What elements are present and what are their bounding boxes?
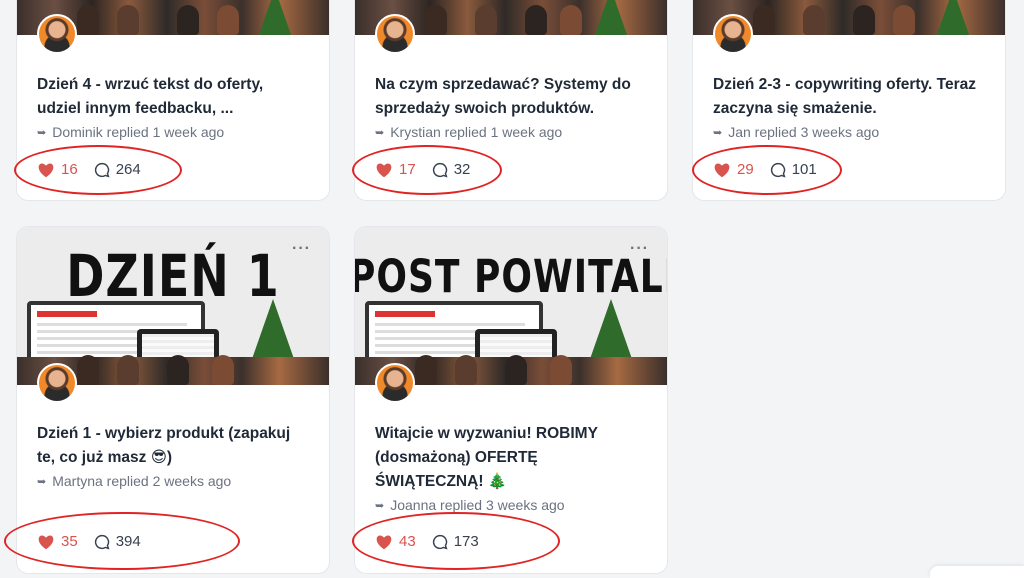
post-stats: 29 101 (713, 161, 817, 178)
comment-count-button[interactable]: 394 (94, 533, 141, 550)
partial-panel-edge (930, 566, 1024, 578)
comment-count-button[interactable]: 264 (94, 161, 141, 178)
post-card[interactable]: POST POWITALNY! ··· Witajcie w wyzwaniu!… (354, 226, 668, 574)
comment-count: 394 (115, 533, 141, 550)
reply-arrow-icon: ➥ (37, 475, 47, 488)
last-reply-info: ➥ Jan replied 3 weeks ago (713, 124, 879, 140)
more-dots-icon: ··· (630, 240, 649, 257)
post-stats: 16 264 (37, 161, 141, 178)
reply-arrow-icon: ➥ (375, 126, 385, 139)
post-title[interactable]: Witajcie w wyzwaniu! ROBIMY (dosmażoną) … (375, 422, 649, 494)
post-card[interactable]: DZIEŃ 1 ··· Dzień 1 - wybierz produkt (z… (16, 226, 330, 574)
like-count: 43 (399, 533, 416, 550)
post-card[interactable]: Dzień 2-3 - copywriting oferty. Teraz za… (692, 0, 1006, 201)
heart-icon (376, 162, 392, 177)
author-avatar[interactable] (713, 14, 753, 54)
last-reply-text: Martyna replied 2 weeks ago (52, 473, 232, 489)
last-reply-text: Krystian replied 1 week ago (390, 124, 563, 140)
cover-title: POST POWITALNY! (355, 251, 667, 304)
comment-count-button[interactable]: 173 (432, 533, 479, 550)
post-card[interactable]: Dzień 4 - wrzuć tekst do oferty, udziel … (16, 0, 330, 201)
reply-arrow-icon: ➥ (37, 126, 47, 139)
comment-count: 101 (791, 161, 817, 178)
author-avatar[interactable] (375, 14, 415, 54)
post-stats: 17 32 (375, 161, 470, 178)
reply-arrow-icon: ➥ (713, 126, 723, 139)
more-dots-icon: ··· (292, 240, 311, 257)
last-reply-info: ➥ Joanna replied 3 weeks ago (375, 497, 565, 513)
more-options-button[interactable]: ··· (630, 241, 649, 257)
post-cover-image: DZIEŃ 1 (17, 227, 329, 385)
heart-icon (38, 534, 54, 549)
post-title[interactable]: Dzień 4 - wrzuć tekst do oferty, udziel … (37, 73, 311, 121)
more-options-button[interactable]: ··· (292, 241, 311, 257)
post-title[interactable]: Dzień 1 - wybierz produkt (zapakuj te, c… (37, 422, 311, 470)
post-stats: 35 394 (37, 533, 141, 550)
heart-icon (714, 162, 730, 177)
last-reply-info: ➥ Krystian replied 1 week ago (375, 124, 562, 140)
comment-bubble-icon (94, 162, 110, 178)
last-reply-info: ➥ Dominik replied 1 week ago (37, 124, 224, 140)
comment-bubble-icon (432, 534, 448, 550)
last-reply-info: ➥ Martyna replied 2 weeks ago (37, 473, 231, 489)
comment-count: 173 (453, 533, 479, 550)
comment-count-button[interactable]: 101 (770, 161, 817, 178)
like-count: 35 (61, 533, 78, 550)
comment-bubble-icon (432, 162, 448, 178)
post-cover-image: POST POWITALNY! (355, 227, 667, 385)
comment-bubble-icon (770, 162, 786, 178)
comment-bubble-icon (94, 534, 110, 550)
author-avatar[interactable] (375, 363, 415, 403)
like-button[interactable]: 16 (37, 161, 78, 178)
last-reply-text: Dominik replied 1 week ago (52, 124, 225, 140)
comment-count: 264 (115, 161, 141, 178)
last-reply-text: Joanna replied 3 weeks ago (390, 497, 565, 513)
author-avatar[interactable] (37, 363, 77, 403)
like-count: 29 (737, 161, 754, 178)
heart-icon (376, 534, 392, 549)
post-card[interactable]: Na czym sprzedawać? Systemy do sprzedaży… (354, 0, 668, 201)
like-button[interactable]: 35 (37, 533, 78, 550)
like-button[interactable]: 43 (375, 533, 416, 550)
author-avatar[interactable] (37, 14, 77, 54)
like-count: 16 (61, 161, 78, 178)
like-button[interactable]: 29 (713, 161, 754, 178)
heart-icon (38, 162, 54, 177)
post-title[interactable]: Na czym sprzedawać? Systemy do sprzedaży… (375, 73, 649, 121)
comment-count-button[interactable]: 32 (432, 161, 471, 178)
post-stats: 43 173 (375, 533, 479, 550)
like-button[interactable]: 17 (375, 161, 416, 178)
reply-arrow-icon: ➥ (375, 499, 385, 512)
like-count: 17 (399, 161, 416, 178)
comment-count: 32 (453, 161, 471, 178)
post-title[interactable]: Dzień 2-3 - copywriting oferty. Teraz za… (713, 73, 987, 121)
last-reply-text: Jan replied 3 weeks ago (728, 124, 880, 140)
